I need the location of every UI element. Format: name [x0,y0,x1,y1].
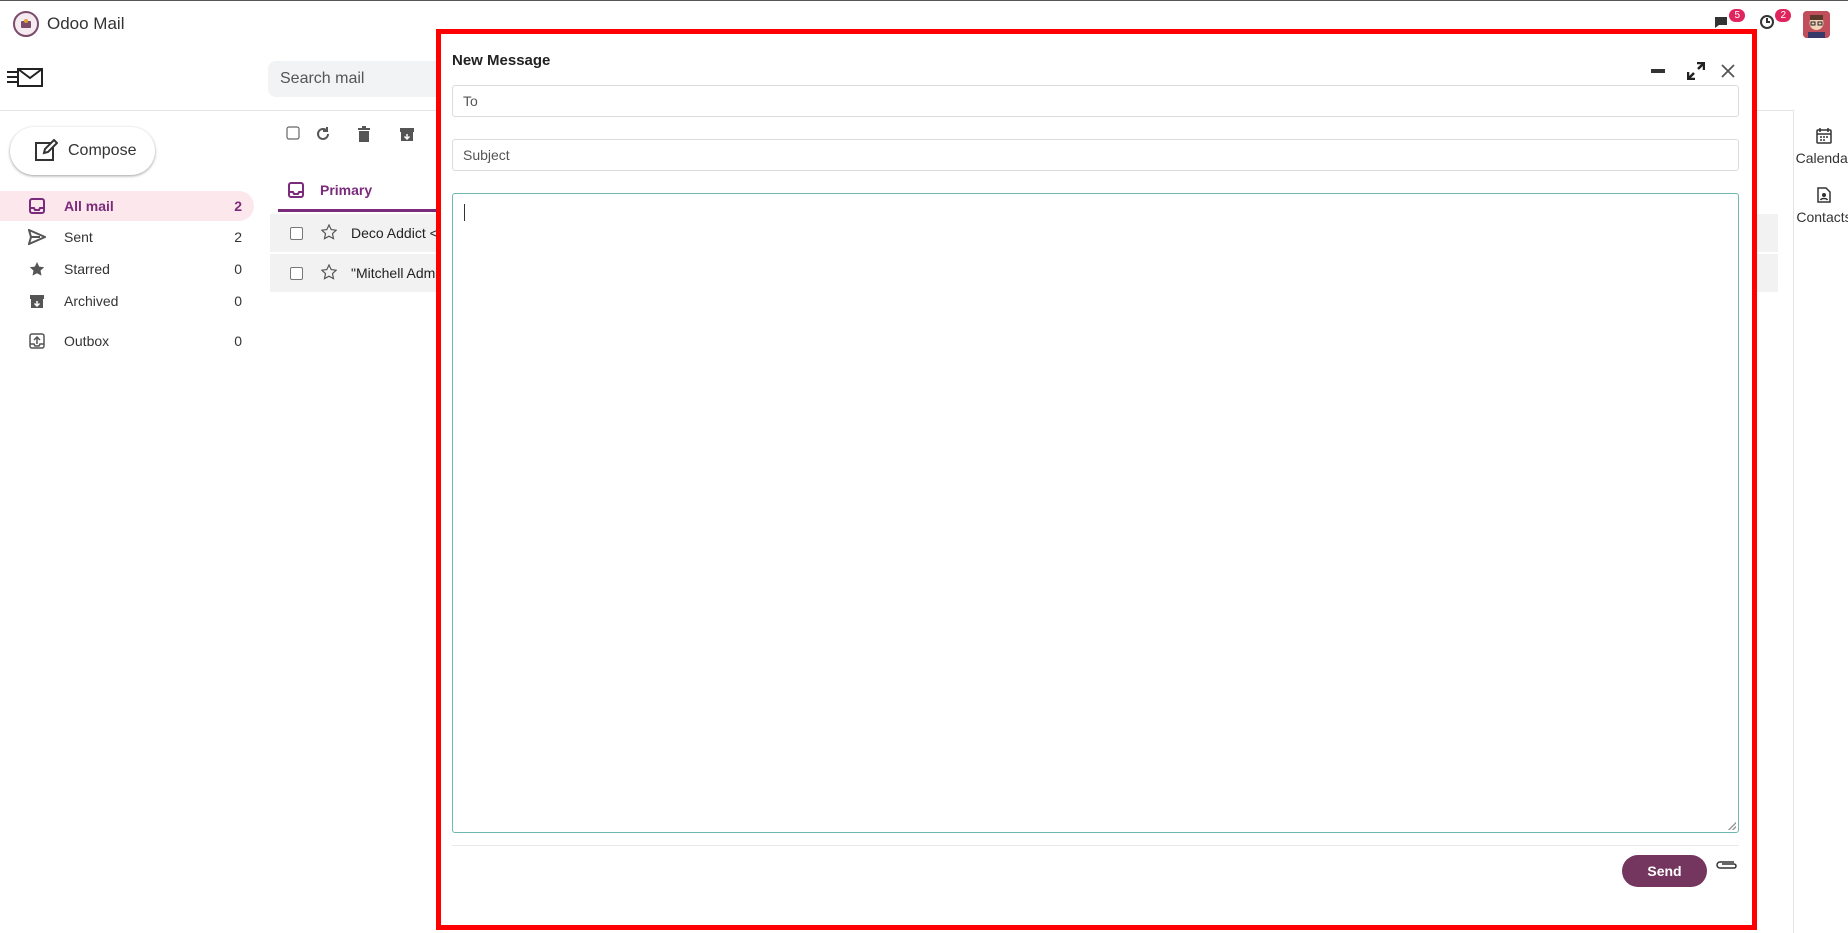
tab-primary[interactable]: Primary [278,170,438,212]
expand-icon[interactable] [1685,60,1707,82]
sidebar-item-count: 0 [234,333,242,349]
user-avatar[interactable] [1803,11,1830,38]
sidebar-item-label: All mail [64,198,114,214]
sidebar-item-count: 0 [234,293,242,309]
row-checkbox[interactable] [290,226,303,240]
sidebar-item-outbox[interactable]: Outbox 0 [0,326,254,356]
dialog-title: New Message [452,52,551,69]
app-logo-icon[interactable] [13,11,39,37]
message-body-textarea[interactable] [452,193,1739,833]
contacts-icon [1817,187,1831,203]
hamburger-menu-icon[interactable] [6,66,44,92]
delete-icon[interactable] [357,126,375,144]
messages-badge: 5 [1729,9,1745,22]
text-cursor [464,204,465,221]
tab-label: Primary [320,181,373,198]
inbox-icon [288,181,304,198]
sidebar-item-archived[interactable]: Archived 0 [0,286,254,316]
sidebar-item-all-mail[interactable]: All mail 2 [0,191,254,221]
minimize-icon[interactable] [1647,60,1669,82]
star-outline-icon[interactable] [320,223,338,243]
row-checkbox[interactable] [290,266,303,280]
close-icon[interactable] [1717,60,1739,82]
row-sender: Deco Addict < [351,225,438,241]
app-title: Odoo Mail [47,14,125,33]
to-field[interactable]: To [452,85,1739,117]
compose-button[interactable]: Compose [10,127,155,175]
sidebar-item-count: 2 [234,229,242,245]
send-button[interactable]: Send [1622,855,1707,887]
sidebar-item-sent[interactable]: Sent 2 [0,222,254,252]
contacts-app-button[interactable]: Contacts [1794,187,1848,225]
paperclip-icon[interactable] [1714,858,1738,876]
sidebar-item-label: Archived [64,293,119,309]
resize-grip[interactable] [1728,822,1736,830]
star-icon [28,260,46,278]
sidebar-item-label: Sent [64,229,93,245]
select-all-checkbox[interactable] [286,126,304,144]
star-outline-icon[interactable] [320,263,338,283]
archive-action-icon[interactable] [399,126,417,144]
refresh-icon[interactable] [315,126,333,144]
activity-clock-icon[interactable]: 2 [1759,9,1791,36]
divider [452,845,1739,846]
calendar-app-button[interactable]: Calendar [1794,128,1848,166]
activity-badge: 2 [1775,9,1791,22]
right-panel [1793,110,1848,933]
outbox-icon [28,332,46,350]
calendar-icon [1816,128,1832,144]
contacts-label: Contacts [1796,209,1848,225]
sidebar-item-label: Starred [64,261,110,277]
sidebar-item-starred[interactable]: Starred 0 [0,254,254,284]
sidebar-item-label: Outbox [64,333,110,349]
inbox-icon [28,197,46,215]
compose-label: Compose [68,142,137,159]
sidebar-item-count: 0 [234,261,242,277]
sidebar-item-count: 2 [234,198,242,214]
row-sender: "Mitchell Adm [351,265,436,281]
edit-icon [35,139,58,161]
calendar-label: Calendar [1795,150,1848,166]
send-icon [28,228,46,246]
subject-field[interactable]: Subject [452,139,1739,171]
archive-icon [28,292,46,310]
